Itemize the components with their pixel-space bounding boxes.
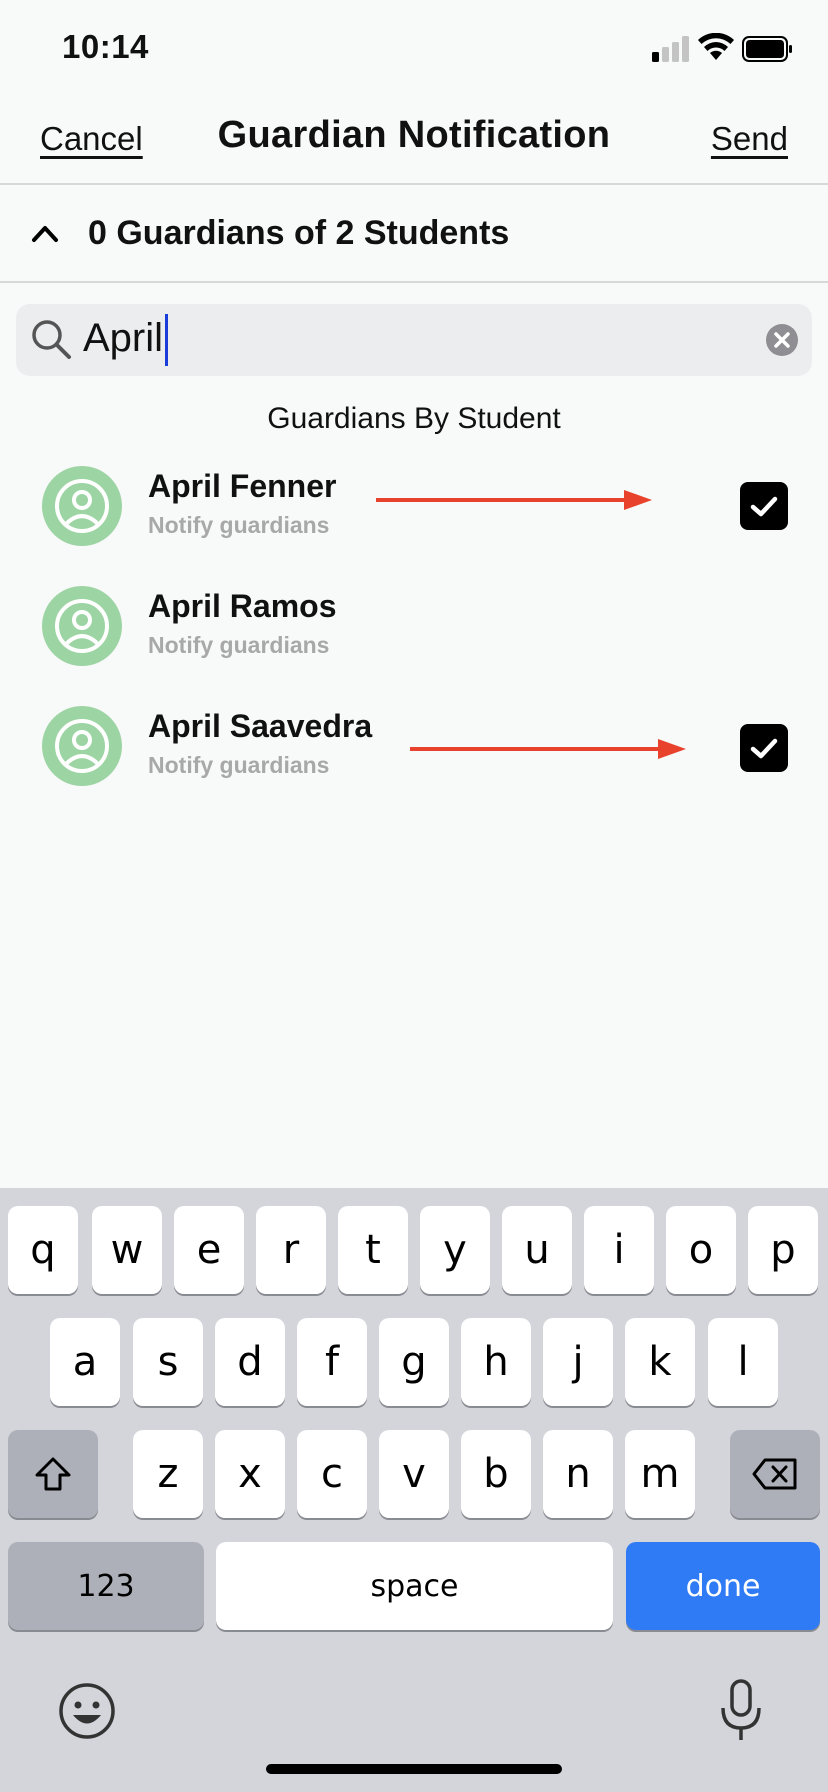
search-icon bbox=[32, 320, 71, 359]
delete-key[interactable] bbox=[730, 1430, 820, 1518]
notify-checkbox[interactable] bbox=[740, 482, 788, 530]
key-t[interactable]: t bbox=[338, 1206, 408, 1294]
key-d[interactable]: d bbox=[215, 1318, 285, 1406]
key-r[interactable]: r bbox=[256, 1206, 326, 1294]
shift-icon bbox=[35, 1457, 71, 1491]
backspace-icon bbox=[752, 1458, 797, 1490]
summary-divider bbox=[0, 281, 828, 283]
key-n[interactable]: n bbox=[543, 1430, 613, 1518]
key-c[interactable]: c bbox=[297, 1430, 367, 1518]
key-j[interactable]: j bbox=[543, 1318, 613, 1406]
summary-text: 0 Guardians of 2 Students bbox=[88, 214, 510, 252]
summary-toggle[interactable]: 0 Guardians of 2 Students bbox=[0, 186, 828, 282]
battery-icon bbox=[742, 36, 792, 62]
notify-checkbox[interactable] bbox=[740, 724, 788, 772]
key-y[interactable]: y bbox=[420, 1206, 490, 1294]
key-u[interactable]: u bbox=[502, 1206, 572, 1294]
chevron-up-icon bbox=[32, 226, 58, 242]
key-i[interactable]: i bbox=[584, 1206, 654, 1294]
key-f[interactable]: f bbox=[297, 1318, 367, 1406]
user-icon bbox=[55, 719, 109, 773]
student-name: April Saavedra bbox=[148, 708, 373, 744]
key-s[interactable]: s bbox=[133, 1318, 203, 1406]
cellular-signal-icon bbox=[652, 36, 689, 62]
key-g[interactable]: g bbox=[379, 1318, 449, 1406]
status-time: 10:14 bbox=[62, 28, 149, 65]
numbers-key[interactable]: 123 bbox=[8, 1542, 204, 1630]
key-e[interactable]: e bbox=[174, 1206, 244, 1294]
avatar bbox=[42, 466, 122, 546]
student-name: April Ramos bbox=[148, 588, 337, 624]
avatar bbox=[42, 706, 122, 786]
page-title: Guardian Notification bbox=[217, 114, 611, 156]
done-key[interactable]: done bbox=[626, 1542, 820, 1630]
student-row[interactable]: April Ramos Notify guardians bbox=[0, 570, 828, 680]
wifi-icon bbox=[698, 33, 734, 60]
clear-search-icon[interactable] bbox=[766, 324, 798, 356]
section-title: Guardians By Student bbox=[267, 402, 561, 435]
key-a[interactable]: a bbox=[50, 1318, 120, 1406]
student-subtitle: Notify guardians bbox=[148, 752, 330, 778]
text-cursor bbox=[165, 314, 168, 366]
emoji-icon[interactable] bbox=[58, 1682, 116, 1740]
student-row[interactable]: April Saavedra Notify guardians bbox=[0, 690, 828, 800]
key-p[interactable]: p bbox=[748, 1206, 818, 1294]
checkmark-icon bbox=[750, 496, 778, 517]
user-icon bbox=[55, 479, 109, 533]
space-key[interactable]: space bbox=[216, 1542, 613, 1630]
keyboard: q w e r t y u i o p a s d f g h j k l z … bbox=[0, 1188, 828, 1792]
key-x[interactable]: x bbox=[215, 1430, 285, 1518]
annotation-arrow bbox=[376, 490, 652, 510]
send-button[interactable]: Send bbox=[711, 120, 788, 158]
student-row[interactable]: April Fenner Notify guardians bbox=[0, 450, 828, 560]
key-b[interactable]: b bbox=[461, 1430, 531, 1518]
user-icon bbox=[55, 599, 109, 653]
key-z[interactable]: z bbox=[133, 1430, 203, 1518]
key-k[interactable]: k bbox=[625, 1318, 695, 1406]
key-h[interactable]: h bbox=[461, 1318, 531, 1406]
home-indicator bbox=[266, 1764, 562, 1774]
student-name: April Fenner bbox=[148, 468, 337, 504]
student-subtitle: Notify guardians bbox=[148, 512, 330, 538]
key-o[interactable]: o bbox=[666, 1206, 736, 1294]
annotation-arrow bbox=[410, 739, 686, 759]
checkmark-icon bbox=[750, 738, 778, 759]
key-l[interactable]: l bbox=[708, 1318, 778, 1406]
nav-divider bbox=[0, 183, 828, 185]
microphone-icon[interactable] bbox=[718, 1678, 764, 1744]
key-q[interactable]: q bbox=[8, 1206, 78, 1294]
avatar bbox=[42, 586, 122, 666]
search-query-text: April bbox=[83, 316, 164, 360]
key-m[interactable]: m bbox=[625, 1430, 695, 1518]
key-v[interactable]: v bbox=[379, 1430, 449, 1518]
student-subtitle: Notify guardians bbox=[148, 632, 330, 658]
key-w[interactable]: w bbox=[92, 1206, 162, 1294]
shift-key[interactable] bbox=[8, 1430, 98, 1518]
